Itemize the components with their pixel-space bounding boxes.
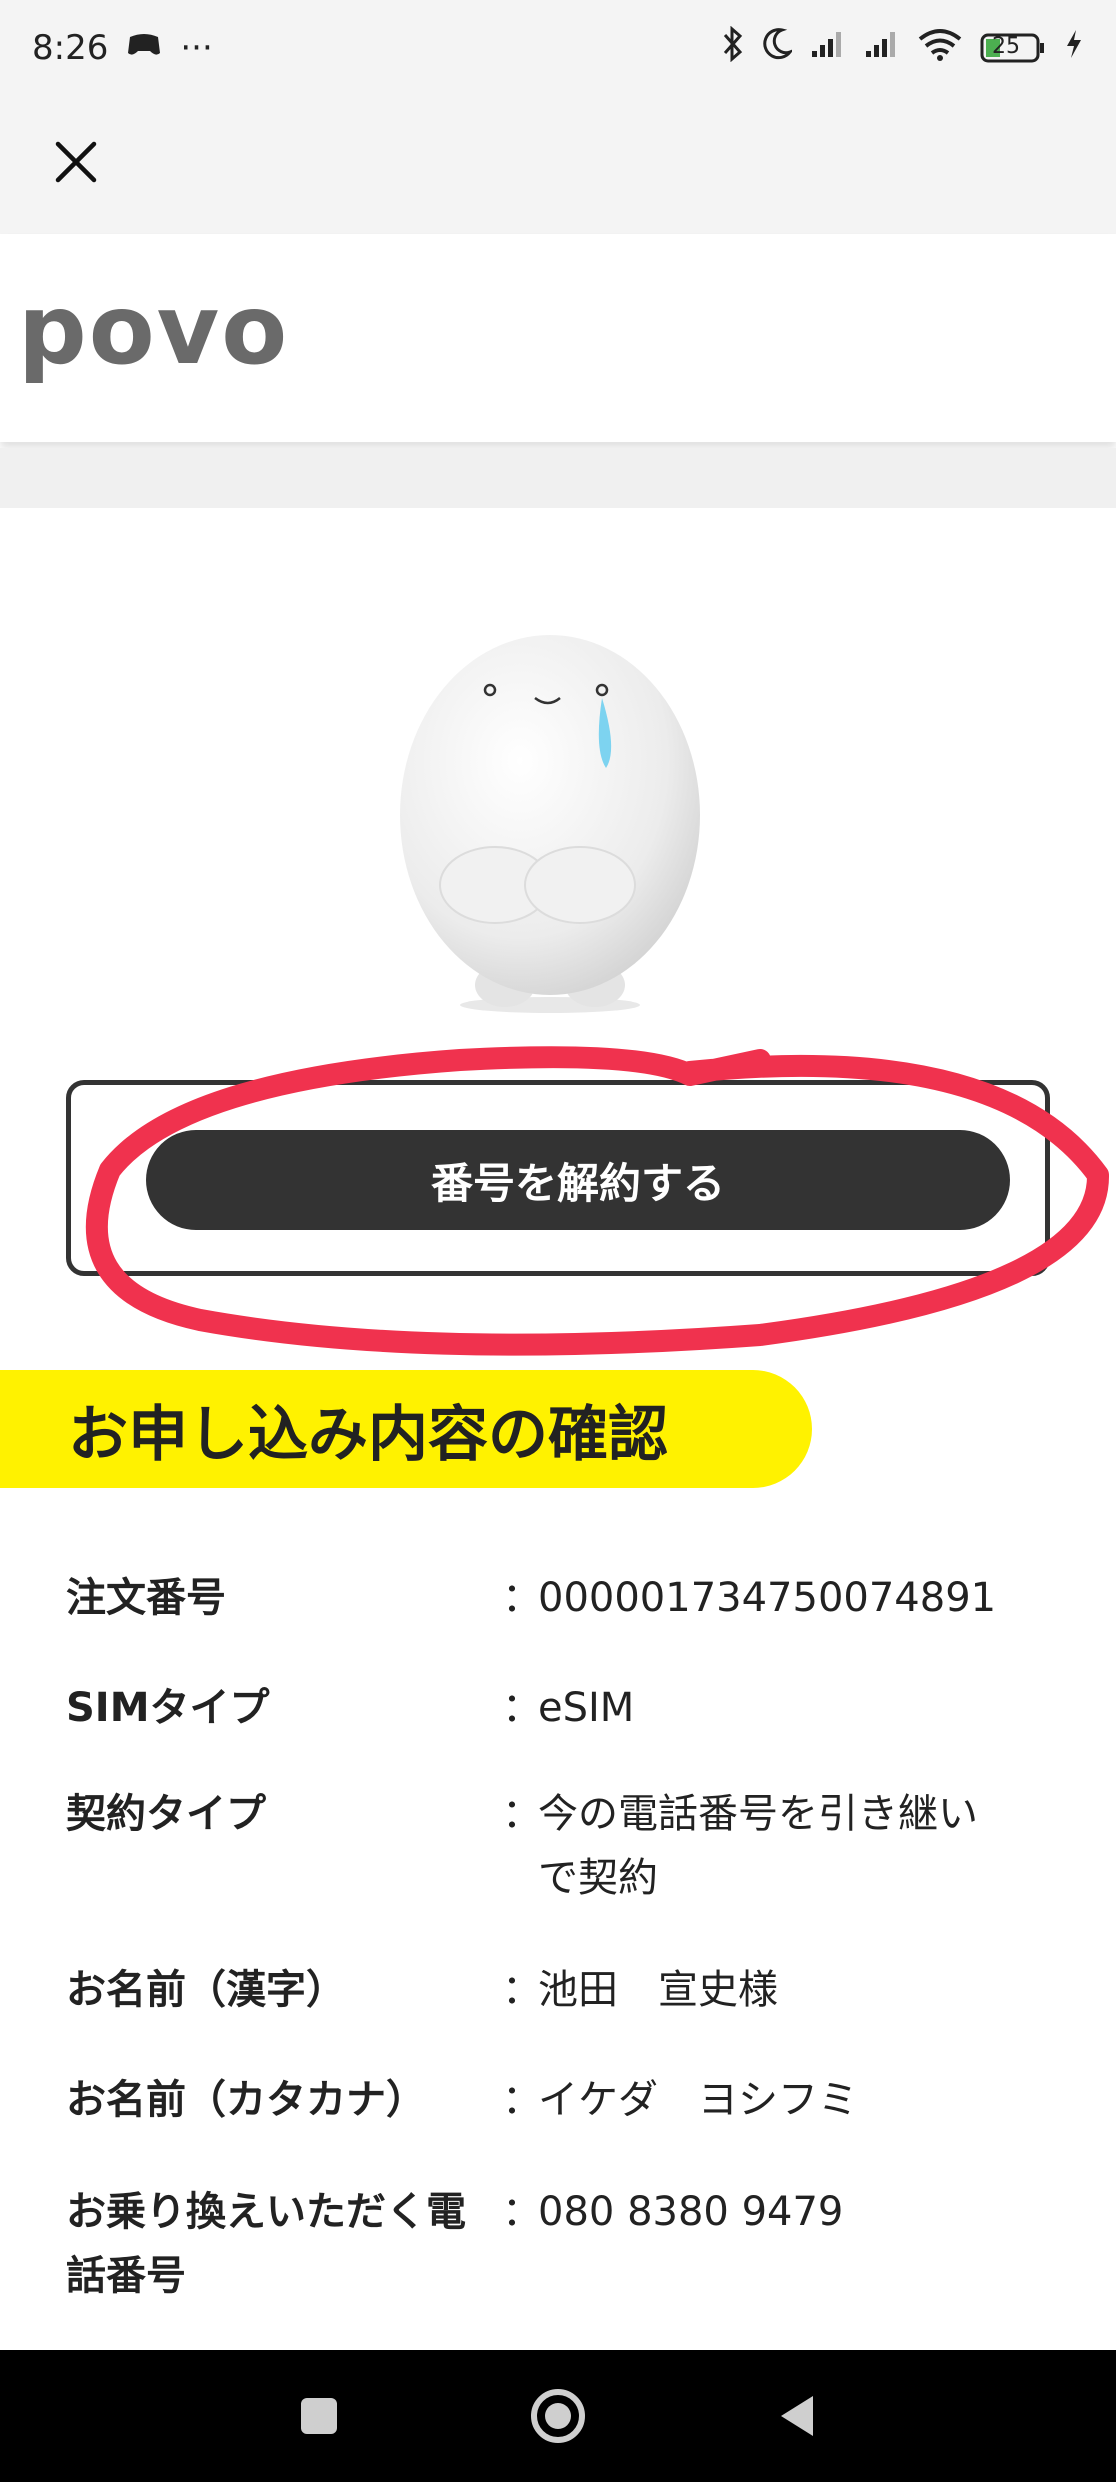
- system-nav-bar: [0, 2350, 1116, 2482]
- battery-icon: 25: [980, 32, 1046, 64]
- detail-label: 契約タイプ: [66, 1791, 266, 1837]
- detail-label: SIMタイプ: [66, 1685, 270, 1731]
- back-triangle-icon: [780, 2396, 813, 2436]
- signal-icon: [810, 28, 846, 68]
- detail-label: 注文番号: [66, 1575, 226, 1621]
- section-title: お申し込み内容の確認: [0, 1370, 812, 1488]
- detail-value: 池田 宣史様: [538, 1967, 778, 2013]
- detail-value: イケダ ヨシフミ: [538, 2077, 858, 2123]
- wifi-icon: [918, 27, 962, 70]
- charging-icon: [1064, 28, 1084, 69]
- detail-value: 080 8380 9479: [538, 2189, 844, 2235]
- more-dots: ···: [180, 28, 213, 68]
- status-time: 8:26: [32, 28, 109, 68]
- detail-label: お名前（漢字）: [66, 1967, 346, 2013]
- status-bar: 8:26 ··· 25: [0, 0, 1116, 96]
- detail-value: 今の電話番号を引き継いで契約: [538, 1791, 978, 1901]
- detail-value: 000001734750074891: [538, 1575, 997, 1621]
- detail-colon: ：: [502, 2189, 542, 2235]
- cancel-number-button[interactable]: 番号を解約する: [146, 1130, 1010, 1230]
- detail-label: お名前（カタカナ）: [66, 2077, 426, 2123]
- battery-level: 25: [992, 34, 1020, 59]
- app-bar: [0, 96, 1116, 234]
- square-icon: [301, 2398, 338, 2434]
- detail-colon: ：: [502, 1967, 542, 2013]
- detail-colon: ：: [502, 1791, 542, 1837]
- bluetooth-icon: [722, 25, 744, 71]
- close-icon: [55, 141, 97, 183]
- detail-colon: ：: [502, 1685, 542, 1731]
- detail-label: お乗り換えいただく電話番号: [66, 2189, 466, 2299]
- home-circle-icon: [530, 2389, 585, 2443]
- back-button[interactable]: [757, 2376, 837, 2456]
- detail-value: eSIM: [538, 1685, 635, 1731]
- detail-colon: ：: [502, 1575, 542, 1621]
- detail-colon: ：: [502, 2077, 542, 2123]
- home-button[interactable]: [518, 2376, 598, 2456]
- moon-icon: [762, 27, 795, 69]
- crying-mascot-image: [400, 635, 700, 1013]
- signal-icon: [864, 28, 900, 68]
- povo-logo[interactable]: povo: [18, 274, 289, 386]
- close-button[interactable]: [40, 126, 112, 198]
- gamepad-icon: [126, 28, 162, 68]
- site-header: povo: [0, 234, 1116, 442]
- recents-button[interactable]: [279, 2376, 359, 2456]
- divider-band: [0, 448, 1116, 508]
